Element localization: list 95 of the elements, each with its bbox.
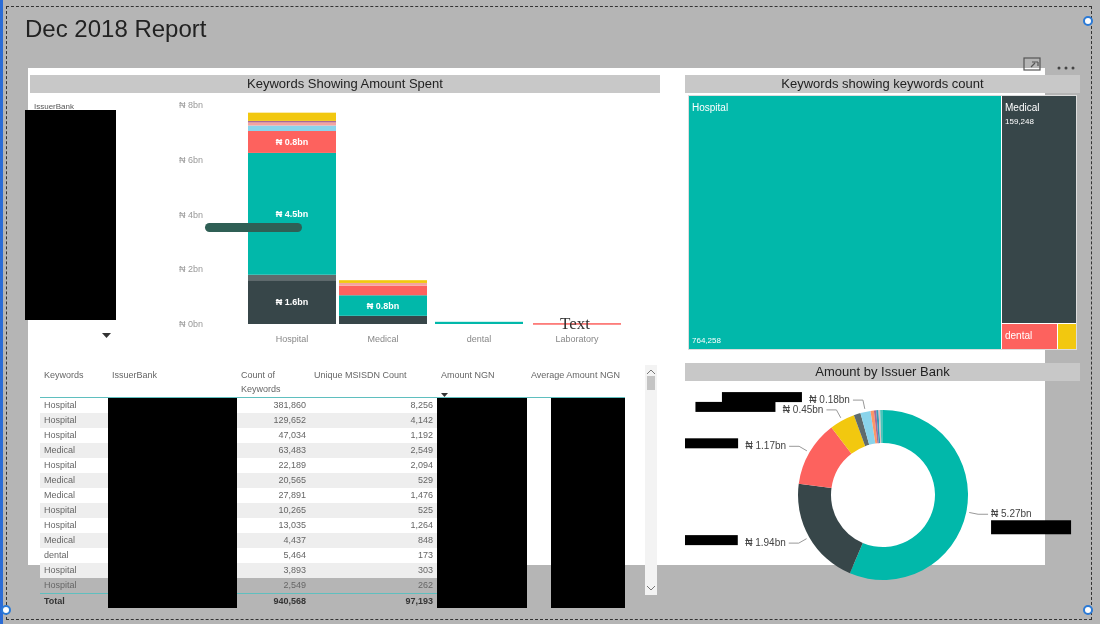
resize-handle[interactable] [1083,605,1093,615]
report-title: Dec 2018 Report [25,14,207,44]
data-label: ₦ 1.17bn [745,440,787,452]
table-cell: Hospital [44,415,77,425]
table-cell: 22,189 [278,460,306,470]
table-cell: 1,264 [410,520,433,530]
table-cell: 129,652 [273,415,306,425]
table-cell: 47,034 [278,430,306,440]
table-cell: 2,549 [410,445,433,455]
axis-tick-label: ₦ 2bn [178,264,203,275]
table-cell: 1,476 [410,490,433,500]
category-label: Laboratory [555,334,599,344]
tile-value: 764,258 [692,335,721,347]
table-cell: Hospital [44,580,77,590]
resize-handle[interactable] [1083,16,1093,26]
table-cell: Hospital [44,460,77,470]
column-header[interactable]: Unique MSISDN Count [314,369,433,397]
table-cell: 525 [417,505,433,515]
more-options-icon[interactable] [1057,65,1075,71]
focus-mode-icon[interactable] [1023,57,1041,71]
table-cell: 4,437 [283,535,306,545]
data-label: ₦ 1.94bn [745,537,786,549]
table-cell: 5,464 [283,550,306,560]
category-label: Hospital [275,334,309,344]
table-cell: 8,256 [410,400,433,410]
table-cell: Medical [44,475,75,485]
table-cell: Hospital [44,505,77,515]
tile-label: dental [1005,329,1033,343]
treemap-tile[interactable]: Medical 159,248 [1002,96,1076,324]
data-label: ₦ 0.18bn [809,394,850,406]
table-cell: Medical [44,535,75,545]
tile-label: Hospital [692,101,729,115]
table-cell: 848 [417,535,433,545]
column-header[interactable]: Count of Keywords [241,369,306,397]
leader-line [788,445,808,452]
axis-tick-label: ₦ 0bn [178,319,203,329]
table-cell: 2,549 [283,580,306,590]
leader-line [825,409,842,419]
table-cell: 1,192 [410,430,433,440]
table-cell: 2,094 [410,460,433,470]
table-cell: Hospital [44,430,77,440]
table-cell: 13,035 [278,520,306,530]
table-cell: Hospital [44,565,77,575]
category-label: Medical [367,334,399,344]
axis-tick-label: ₦ 6bn [178,154,203,165]
table-cell: 10,265 [278,505,306,515]
column-header[interactable]: IssuerBank [112,369,233,397]
data-label: ₦ 0.45bn [782,403,824,415]
table-cell: 940,568 [273,596,306,606]
treemap-tile[interactable] [1058,324,1076,349]
tile-value: 159,248 [1005,116,1034,128]
redaction-block [685,535,738,546]
redaction-block [685,438,739,449]
column-header[interactable]: Keywords [44,369,104,397]
table-cell: Hospital [44,520,77,530]
caret-icon[interactable] [102,333,111,338]
visual-title: Keywords Showing Amount Spent [30,75,660,93]
category-label: dental [466,334,492,344]
data-label: ₦ 0.8bn [275,136,309,147]
resize-handle[interactable] [1,605,11,615]
leader-line [852,399,866,410]
leader-line [788,538,808,544]
column-header[interactable]: Average Amount NGN [531,369,621,397]
table-cell: 63,483 [278,445,306,455]
table-cell: Total [44,596,65,606]
table-cell: Hospital [44,400,77,410]
table-cell: 173 [417,550,433,560]
table-cell: dental [44,550,69,560]
data-label: ₦ 0.8bn [366,300,400,311]
table-cell: 97,193 [405,596,433,606]
scrollbar[interactable] [645,365,657,595]
axis-tick-label: ₦ 4bn [178,209,203,220]
visual-title: Amount by Issuer Bank [685,363,1080,381]
table-cell: Medical [44,490,75,500]
scroll-down-icon[interactable] [647,586,655,591]
scroll-thumb[interactable] [647,376,655,390]
table-cell: 20,565 [278,475,306,485]
table-cell: 529 [417,475,433,485]
table-cell: 4,142 [410,415,433,425]
table-cell: 303 [417,565,433,575]
column-header[interactable]: Amount NGN [441,369,523,397]
slicer-label: IssuerBank [34,101,75,113]
scroll-up-icon[interactable] [647,369,655,374]
tile-label: Medical [1005,101,1040,115]
data-label: ₦ 5.27bn [991,508,1032,520]
table-cell: 27,891 [278,490,306,500]
visual-title: Keywords showing keywords count [685,75,1080,93]
table-cell: 262 [417,580,433,590]
data-label: ₦ 4.5bn [275,208,309,219]
data-label: ₦ 1.6bn [275,297,309,308]
table-cell: 381,860 [273,400,306,410]
table-cell: Medical [44,445,75,455]
leader-line [968,512,989,515]
axis-tick-label: ₦ 8bn [178,100,203,110]
table-cell: 3,893 [283,565,306,575]
